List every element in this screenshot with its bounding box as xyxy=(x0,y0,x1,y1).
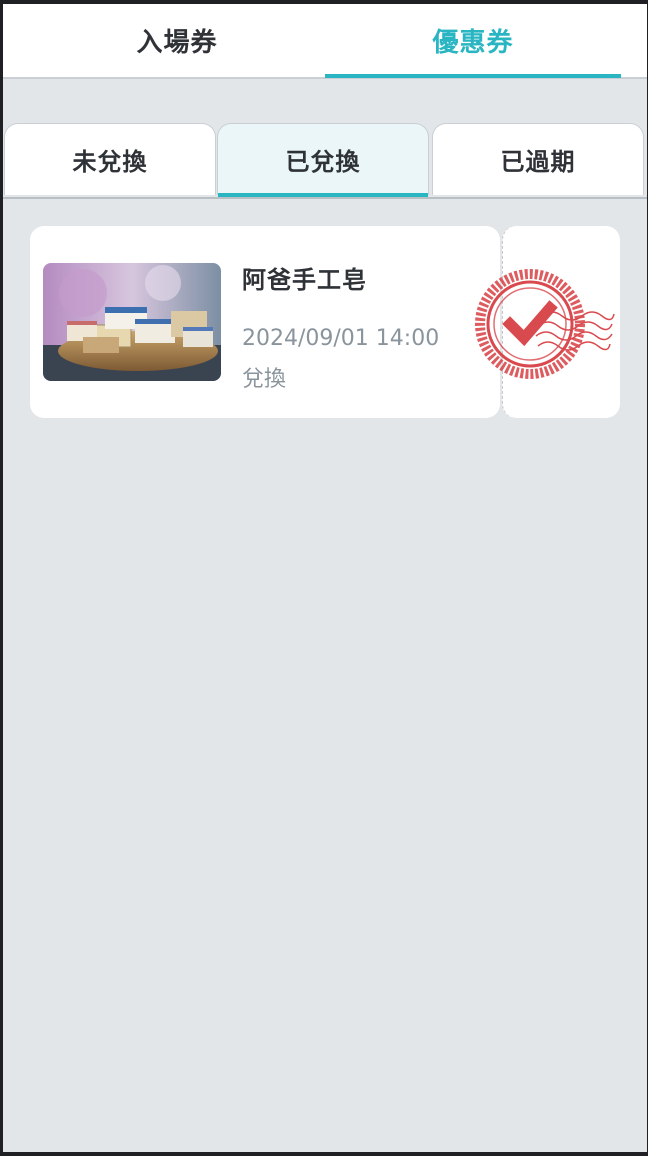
tab-redeemed-label: 已兌換 xyxy=(285,148,361,176)
redeemed-stamp-icon xyxy=(472,266,622,386)
coupon-status-tabs: 未兌換 已兌換 已過期 xyxy=(3,123,647,199)
app-screen: 入場券 優惠券 未兌換 已兌換 已過期 阿爸手工皂 2024/09/01 14:… xyxy=(3,4,647,1152)
tab-unredeemed-label: 未兌換 xyxy=(72,148,148,176)
coupon-card-body: 阿爸手工皂 2024/09/01 14:00 兌換 xyxy=(30,226,500,418)
coupon-title: 阿爸手工皂 xyxy=(242,266,367,294)
tab-expired-label: 已過期 xyxy=(500,148,576,176)
coupon-thumbnail xyxy=(43,263,221,381)
soap-photo-image xyxy=(43,263,221,381)
tab-tickets-label: 入場券 xyxy=(136,28,218,58)
coupon-status-text: 兌換 xyxy=(242,367,287,392)
tab-tickets[interactable]: 入場券 xyxy=(29,4,325,77)
coupon-datetime: 2024/09/01 14:00 xyxy=(242,326,440,351)
tab-redeemed[interactable]: 已兌換 xyxy=(217,123,429,197)
tab-coupons[interactable]: 優惠券 xyxy=(325,4,621,78)
coupon-card[interactable]: 阿爸手工皂 2024/09/01 14:00 兌換 xyxy=(30,226,620,418)
tab-expired[interactable]: 已過期 xyxy=(432,123,644,195)
tab-coupons-label: 優惠券 xyxy=(432,28,514,58)
tab-unredeemed[interactable]: 未兌換 xyxy=(4,123,216,195)
top-tab-bar: 入場券 優惠券 xyxy=(3,4,647,79)
